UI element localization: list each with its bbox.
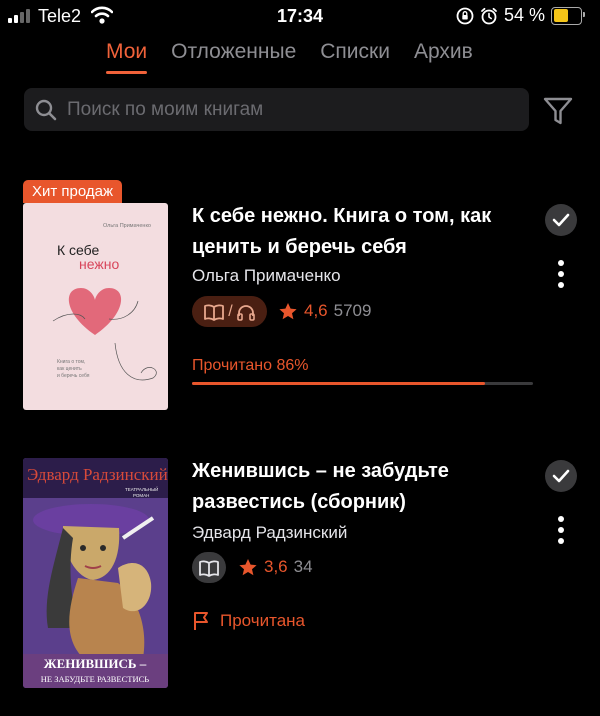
svg-text:Ольга Примаченко: Ольга Примаченко (103, 223, 151, 229)
rating-count: 34 (293, 557, 313, 576)
progress-bar (192, 382, 533, 385)
battery-percent: 54 % (503, 5, 545, 25)
read-status-label: Прочитана (220, 611, 305, 630)
star-icon (279, 302, 297, 319)
book-author[interactable]: Эдвард Радзинский (192, 523, 347, 543)
format-badge (192, 552, 226, 583)
svg-text:и беречь себя: и беречь себя (57, 373, 90, 379)
tab-bar: Мои Отложенные Списки Архив (106, 40, 473, 74)
more-options-button[interactable] (553, 260, 569, 294)
check-icon (552, 213, 570, 227)
rating: 3,6 34 (238, 557, 313, 577)
search-icon (35, 99, 57, 120)
svg-text:Книга о том,: Книга о том, (57, 359, 85, 365)
svg-text:НЕ ЗАБУДЬТЕ РАЗВЕСТИСЬ: НЕ ЗАБУДЬТЕ РАЗВЕСТИСЬ (41, 674, 149, 684)
bestseller-badge: Хит продаж (23, 180, 123, 203)
cover-art: Ольга Примаченко К себе нежно Книга о то… (52, 223, 157, 381)
tab-my[interactable]: Мои (106, 40, 148, 74)
svg-text:ТЕАТРАЛЬНЫЙ: ТЕАТРАЛЬНЫЙ (125, 485, 158, 492)
book-item[interactable]: Хит продаж Ольга Примаченко К себе нежно… (0, 180, 600, 412)
tab-lists[interactable]: Списки (320, 40, 390, 74)
rating-value: 3,6 (264, 557, 288, 576)
book-title[interactable]: К себе нежно. Книга о том, как ценить и … (192, 201, 537, 263)
book-icon (204, 303, 225, 321)
tab-postponed[interactable]: Отложенные (171, 40, 296, 74)
tab-archive[interactable]: Архив (414, 40, 473, 74)
book-item[interactable]: Эдвард Радзинский ТЕАТРАЛЬНЫЙ РОМАН ЖЕНИ… (0, 456, 600, 716)
mark-read-button[interactable] (545, 204, 577, 236)
svg-text:нежно: нежно (79, 256, 119, 272)
orientation-lock-icon (456, 7, 474, 24)
format-separator: / (228, 302, 233, 320)
alarm-icon (481, 7, 497, 24)
mark-read-button[interactable] (545, 460, 577, 492)
book-cover[interactable]: Ольга Примаченко К себе нежно Книга о то… (23, 203, 168, 410)
read-status[interactable]: Прочитана (192, 611, 305, 631)
progress-fill (192, 382, 486, 385)
cover-art: Эдвард Радзинский ТЕАТРАЛЬНЫЙ РОМАН ЖЕНИ… (23, 458, 168, 688)
svg-text:как ценить: как ценить (57, 366, 82, 372)
battery-icon (551, 6, 585, 25)
progress-label: Прочитано 86% (192, 357, 309, 374)
book-author[interactable]: Ольга Примаченко (192, 266, 341, 286)
more-options-button[interactable] (553, 516, 569, 550)
svg-text:ЖЕНИВШИСЬ –: ЖЕНИВШИСЬ – (44, 656, 147, 671)
format-badge: / (192, 296, 267, 327)
filter-icon[interactable] (541, 94, 575, 128)
check-icon (552, 469, 570, 483)
search-input[interactable]: Поиск по моим книгам (24, 88, 529, 131)
svg-text:Эдвард Радзинский: Эдвард Радзинский (27, 465, 168, 484)
svg-text:РОМАН: РОМАН (133, 493, 149, 498)
headphones-icon (236, 304, 255, 321)
book-title[interactable]: Женившись – не забудьте развестись (сбор… (192, 456, 537, 518)
status-bar: Tele2 17:34 54 % (0, 0, 600, 34)
rating: 4,6 5709 (278, 301, 371, 321)
search-placeholder: Поиск по моим книгам (67, 98, 264, 120)
book-icon (199, 559, 219, 577)
book-cover[interactable]: Эдвард Радзинский ТЕАТРАЛЬНЫЙ РОМАН ЖЕНИ… (23, 458, 168, 688)
star-icon (239, 558, 257, 575)
rating-value: 4,6 (304, 301, 328, 320)
flag-icon (194, 612, 208, 630)
rating-count: 5709 (333, 301, 372, 320)
